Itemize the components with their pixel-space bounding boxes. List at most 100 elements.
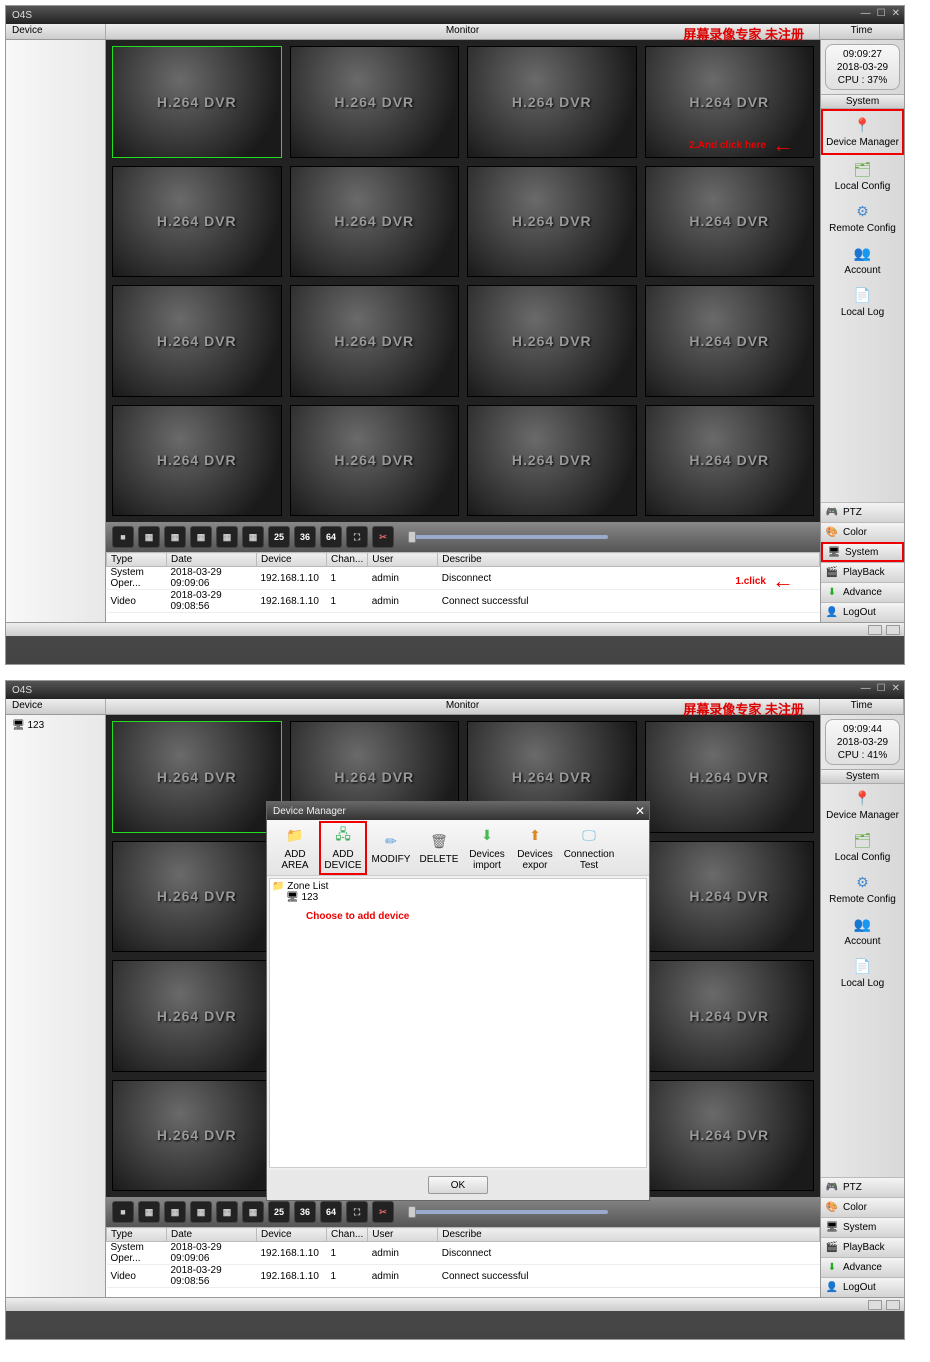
close-icon[interactable]: ✕ [892,683,900,694]
video-tile[interactable]: H.264 DVR [112,285,282,397]
add-device-button[interactable]: 🖧ADD DEVICE [319,821,367,875]
video-tile[interactable]: H.264 DVR [645,166,815,278]
video-tile[interactable]: H.264 DVR [645,1080,815,1192]
playback-panel[interactable]: 🎬PlayBack [821,1237,904,1257]
video-tile[interactable]: H.264 DVR [112,405,282,517]
delete-button[interactable]: 🗑DELETE [415,828,463,867]
advance-panel[interactable]: ⬇Advance [821,582,904,602]
maximize-icon[interactable]: ☐ [877,8,886,19]
log-row[interactable]: Video2018-03-29 09:08:56192.168.1.101adm… [107,1265,820,1288]
log-row[interactable]: Video2018-03-29 09:08:56192.168.1.101adm… [107,590,820,613]
volume-slider[interactable] [408,1210,608,1214]
ok-button[interactable]: OK [428,1176,488,1194]
layout-64-button[interactable]: 64 [320,1201,342,1223]
dialog-title[interactable]: Device Manager ✕ [267,802,649,820]
layout-9-icon[interactable]: ▦ [216,1201,238,1223]
video-tile[interactable]: H.264 DVR [112,960,282,1072]
video-tile[interactable]: H.264 DVR [645,405,815,517]
layout-6-icon[interactable]: ▦ [164,526,186,548]
layout-36-button[interactable]: 36 [294,526,316,548]
layout-4-icon[interactable]: ▦ [138,1201,160,1223]
video-tile[interactable]: H.264 DVR [290,46,460,158]
slider-thumb[interactable] [408,1206,416,1218]
tree-zone[interactable]: 🖥 123 [10,719,101,732]
layout-16-icon[interactable]: ▦ [242,1201,264,1223]
layout-6-icon[interactable]: ▦ [164,1201,186,1223]
tree-root[interactable]: 📁 Zone List [272,881,644,892]
logout-panel[interactable]: 👤LogOut [821,602,904,622]
video-tile[interactable]: H.264 DVR [645,841,815,953]
col-user[interactable]: User [368,1228,438,1242]
local-log-button[interactable]: 📄Local Log [821,281,904,323]
color-panel[interactable]: 🎨Color [821,1197,904,1217]
slider-thumb[interactable] [408,531,416,543]
advance-panel[interactable]: ⬇Advance [821,1257,904,1277]
video-tile[interactable]: H.264 DVR [645,721,815,833]
system-panel[interactable]: 🖥System [821,1217,904,1237]
col-date[interactable]: Date [167,1228,257,1242]
layout-1-icon[interactable]: ■ [112,1201,134,1223]
layout-25-button[interactable]: 25 [268,526,290,548]
layout-8-icon[interactable]: ▦ [190,526,212,548]
fullscreen-icon[interactable]: ⛶ [346,1201,368,1223]
video-tile[interactable]: H.264 DVR [467,285,637,397]
modify-button[interactable]: ✏MODIFY [367,828,415,867]
video-tile[interactable]: H.264 DVR [467,166,637,278]
layout-64-button[interactable]: 64 [320,526,342,548]
system-panel[interactable]: 🖥System [821,542,904,562]
layout-9-icon[interactable]: ▦ [216,526,238,548]
local-config-button[interactable]: 🗂Local Config [821,826,904,868]
log-row[interactable]: System Oper...2018-03-29 09:09:06192.168… [107,567,820,590]
col-describe[interactable]: Describe [438,1228,820,1242]
col-channel[interactable]: Chan... [327,1228,368,1242]
close-icon[interactable]: ✕ [892,8,900,19]
video-tile[interactable]: H.264 DVR [645,285,815,397]
statusbar-button[interactable] [886,625,900,635]
ptz-panel[interactable]: 🎮PTZ [821,502,904,522]
export-button[interactable]: ⬆Devices expor [511,823,559,873]
fullscreen-icon[interactable]: ⛶ [346,526,368,548]
close-icon[interactable]: ✕ [635,804,645,818]
video-tile[interactable]: H.264 DVR [112,841,282,953]
video-tile[interactable]: H.264 DVR [112,46,282,158]
device-manager-button[interactable]: 📍Device Manager [821,784,904,826]
statusbar-button[interactable] [886,1300,900,1310]
add-area-button[interactable]: 📁ADD AREA [271,823,319,873]
video-tile[interactable]: H.264 DVR [290,166,460,278]
account-button[interactable]: 👥Account [821,910,904,952]
statusbar-button[interactable] [868,1300,882,1310]
disconnect-icon[interactable]: ✂ [372,1201,394,1223]
remote-config-button[interactable]: ⚙Remote Config [821,197,904,239]
video-tile[interactable]: H.264 DVR [645,960,815,1072]
video-tile[interactable]: H.264 DVR [467,405,637,517]
col-device[interactable]: Device [257,1228,327,1242]
col-user[interactable]: User [368,553,438,567]
minimize-icon[interactable]: — [861,683,871,694]
statusbar-button[interactable] [868,625,882,635]
col-type[interactable]: Type [107,1228,167,1242]
ptz-panel[interactable]: 🎮PTZ [821,1177,904,1197]
video-tile[interactable]: H.264 DVR [467,46,637,158]
layout-36-button[interactable]: 36 [294,1201,316,1223]
color-panel[interactable]: 🎨Color [821,522,904,542]
layout-1-icon[interactable]: ■ [112,526,134,548]
video-tile[interactable]: H.264 DVR [290,285,460,397]
connection-test-button[interactable]: 🖵Connection Test [559,823,619,873]
local-config-button[interactable]: 🗂Local Config [821,155,904,197]
col-channel[interactable]: Chan... [327,553,368,567]
col-device[interactable]: Device [257,553,327,567]
maximize-icon[interactable]: ☐ [877,683,886,694]
remote-config-button[interactable]: ⚙Remote Config [821,868,904,910]
import-button[interactable]: ⬇Devices import [463,823,511,873]
col-date[interactable]: Date [167,553,257,567]
video-tile[interactable]: H.264 DVR [112,721,282,833]
video-tile[interactable]: H.264 DVR [112,166,282,278]
layout-8-icon[interactable]: ▦ [190,1201,212,1223]
account-button[interactable]: 👥Account [821,239,904,281]
device-manager-button[interactable]: 📍Device Manager [821,109,904,155]
playback-panel[interactable]: 🎬PlayBack [821,562,904,582]
col-type[interactable]: Type [107,553,167,567]
video-tile[interactable]: H.264 DVR [112,1080,282,1192]
video-tile[interactable]: H.264 DVR [290,405,460,517]
log-row[interactable]: System Oper...2018-03-29 09:09:06192.168… [107,1242,820,1265]
